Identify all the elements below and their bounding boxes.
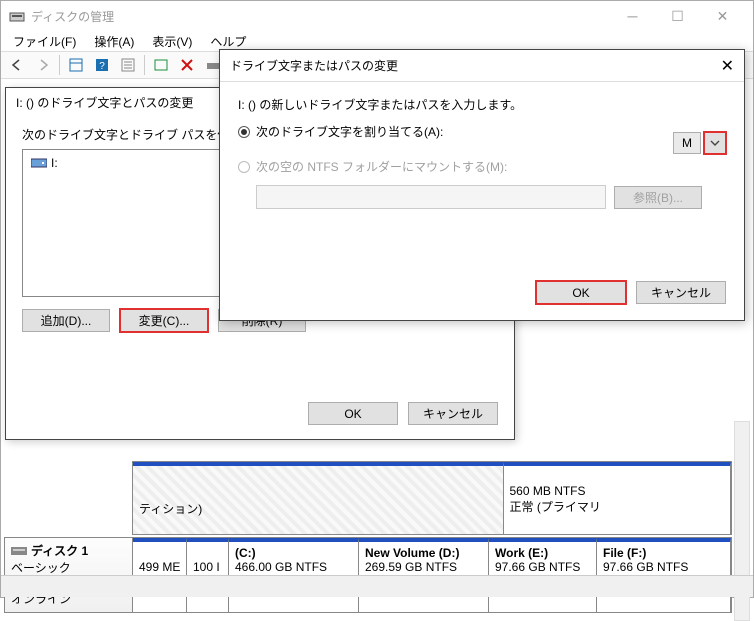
ok-button[interactable]: OK: [308, 402, 398, 425]
disk-management-window: ディスクの管理 ─ ☐ ✕ ファイル(F) 操作(A) 表示(V) ヘルプ ?: [0, 0, 754, 598]
refresh-button[interactable]: [149, 53, 173, 77]
view-button[interactable]: [64, 53, 88, 77]
chevron-down-icon: [710, 138, 720, 148]
change-button[interactable]: 変更(C)...: [120, 309, 208, 332]
ok-button[interactable]: OK: [536, 281, 626, 304]
close-button[interactable]: ✕: [700, 1, 745, 31]
titlebar: ディスクの管理 ─ ☐ ✕: [1, 1, 753, 31]
cancel-button[interactable]: キャンセル: [408, 402, 498, 425]
mount-radio[interactable]: [238, 161, 250, 173]
letter-select-dropdown[interactable]: [704, 132, 726, 154]
change-drive-letter-dialog: ドライブ文字またはパスの変更 ✕ I: () の新しいドライブ文字またはパスを入…: [219, 49, 745, 321]
dialog2-instruction: I: () の新しいドライブ文字またはパスを入力します。: [238, 96, 726, 113]
browse-button: 参照(B)...: [614, 186, 702, 209]
partition[interactable]: 560 MB NTFS 正常 (プライマリ: [504, 462, 732, 534]
cancel-button[interactable]: キャンセル: [636, 281, 726, 304]
menu-view[interactable]: 表示(V): [146, 31, 198, 52]
assign-label: 次のドライブ文字を割り当てる(A):: [256, 123, 443, 140]
delete-button[interactable]: [175, 53, 199, 77]
drive-icon: [31, 157, 47, 169]
forward-button[interactable]: [31, 53, 55, 77]
svg-text:?: ?: [99, 61, 105, 72]
menu-file[interactable]: ファイル(F): [7, 31, 82, 52]
statusbar: [1, 575, 753, 597]
properties-button[interactable]: [116, 53, 140, 77]
menu-action[interactable]: 操作(A): [88, 31, 140, 52]
mount-path-input: [256, 185, 606, 209]
add-button[interactable]: 追加(D)...: [22, 309, 110, 332]
partition-hatched[interactable]: ティション): [133, 462, 504, 534]
close-icon[interactable]: ✕: [721, 56, 734, 76]
assign-radio[interactable]: [238, 126, 250, 138]
dialog2-title: ドライブ文字またはパスの変更: [230, 57, 398, 74]
maximize-button[interactable]: ☐: [655, 1, 700, 31]
mount-label: 次の空の NTFS フォルダーにマウントする(M):: [256, 158, 507, 175]
minimize-button[interactable]: ─: [610, 1, 655, 31]
back-button[interactable]: [5, 53, 29, 77]
help-button[interactable]: ?: [90, 53, 114, 77]
menubar: ファイル(F) 操作(A) 表示(V) ヘルプ: [1, 31, 753, 51]
app-icon: [9, 8, 25, 24]
letter-select-value: M: [673, 132, 701, 154]
window-title: ディスクの管理: [31, 8, 610, 25]
